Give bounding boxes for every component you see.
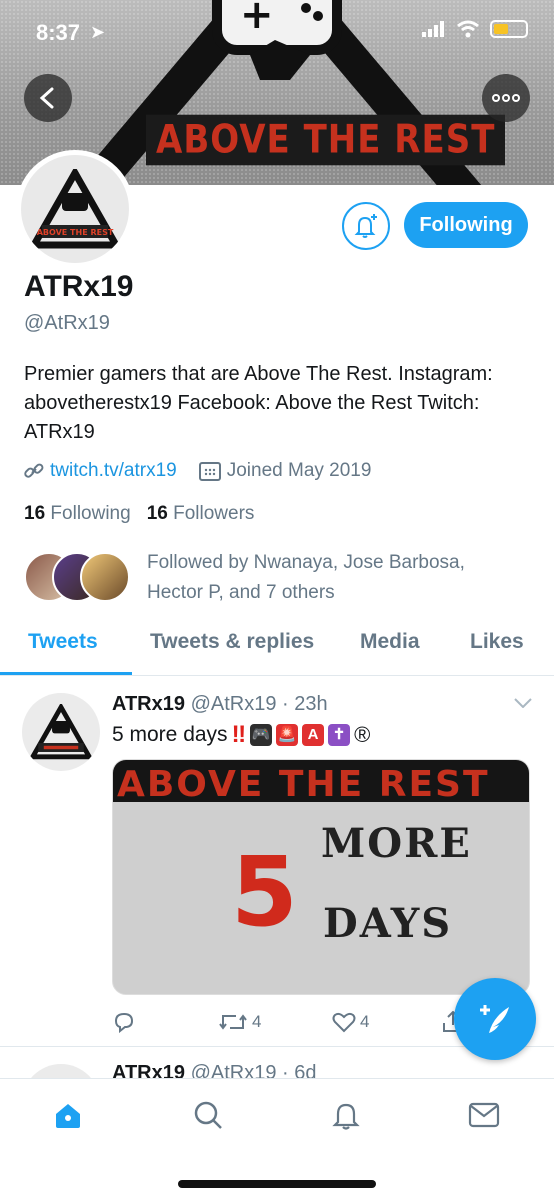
followers-count[interactable]: 16 Followers <box>147 503 255 525</box>
like-button[interactable]: 4 <box>332 1011 369 1033</box>
follow-counts: 16 Following 16 Followers <box>24 503 254 525</box>
game-controller-icon: 🎮 <box>250 724 273 746</box>
messages-tab[interactable] <box>468 1099 500 1131</box>
reply-icon <box>114 1012 134 1033</box>
avatar-logo-text: ABOVE THE REST <box>37 228 114 237</box>
followed-by-line2: Hector P, and 7 others <box>147 582 335 603</box>
more-options-button[interactable] <box>482 74 530 122</box>
chevron-left-icon <box>39 87 54 109</box>
media-line1: MORE <box>321 820 472 867</box>
status-icons <box>422 20 528 38</box>
active-tab-indicator <box>0 672 132 675</box>
retweet-count: 4 <box>252 1012 262 1031</box>
media-banner-text: ABOVE THE REST <box>113 760 529 802</box>
letter-a-icon: A <box>302 724 325 746</box>
home-icon <box>56 1104 80 1128</box>
tweet-avatar[interactable] <box>22 693 100 771</box>
mail-icon <box>468 1102 500 1128</box>
profile-meta: twitch.tv/atrx19 Joined May 2019 <box>24 460 371 482</box>
double-exclamation-icon: ‼ <box>231 721 247 748</box>
notifications-bell-button[interactable] <box>342 202 390 250</box>
following-number: 16 <box>24 503 46 524</box>
tweet-menu-caret[interactable] <box>514 695 532 713</box>
tweet-media-image[interactable]: ABOVE THE REST 5 MORE DAYS <box>112 759 530 995</box>
link-icon <box>24 463 44 478</box>
followed-by-text: Followed by Nwanaya, Jose Barbosa, Hecto… <box>147 548 465 608</box>
tab-media[interactable]: Media <box>360 630 420 654</box>
tweet-avatar[interactable] <box>22 1064 100 1078</box>
atr-logo-avatar: ABOVE THE REST <box>30 169 120 249</box>
reply-button[interactable] <box>112 1011 136 1033</box>
followed-by-row[interactable]: Followed by Nwanaya, Jose Barbosa, Hecto… <box>24 548 534 606</box>
profile-avatar[interactable]: ABOVE THE REST <box>16 150 134 268</box>
bell-plus-icon <box>354 214 377 238</box>
tweet-header: ATRx19 @AtRx19 · 23h <box>112 693 328 716</box>
tweet-author-handle: @AtRx19 <box>190 693 277 715</box>
back-button[interactable] <box>24 74 72 122</box>
following-count[interactable]: 16 Following <box>24 503 131 525</box>
banner-title: ABOVE THE REST <box>146 114 506 166</box>
profile-link[interactable]: twitch.tv/atrx19 <box>50 460 177 482</box>
profile-bio: Premier gamers that are Above The Rest. … <box>24 363 493 443</box>
tweet-author-name[interactable]: ATRx19 <box>112 693 185 715</box>
profile-tabs: Tweets Tweets & replies Media Likes <box>0 618 554 676</box>
location-icon: ➤ <box>90 22 106 42</box>
tweet-text: 5 more days <box>112 723 228 746</box>
heart-icon <box>332 1012 356 1033</box>
retweet-icon <box>219 1014 247 1030</box>
followed-by-line1: Followed by Nwanaya, Jose Barbosa, <box>147 552 465 573</box>
tweet-dot: · <box>276 1062 295 1078</box>
profile-name: ATRx19 <box>24 270 134 303</box>
following-button[interactable]: Following <box>404 202 528 248</box>
followers-label: Followers <box>173 503 255 524</box>
home-tab[interactable] <box>52 1099 84 1131</box>
tab-tweets-replies[interactable]: Tweets & replies <box>150 630 314 654</box>
chevron-down-icon <box>514 698 532 709</box>
atr-logo-avatar <box>30 704 92 760</box>
search-tab[interactable] <box>192 1099 224 1131</box>
notifications-tab[interactable] <box>330 1099 362 1131</box>
tweet-time: 23h <box>294 693 328 715</box>
tab-likes[interactable]: Likes <box>470 630 524 654</box>
search-icon <box>194 1101 222 1129</box>
like-count: 4 <box>360 1012 370 1031</box>
tab-tweets[interactable]: Tweets <box>28 630 98 654</box>
media-number: 5 <box>231 836 298 948</box>
compose-feather-icon <box>480 1005 509 1033</box>
media-line2: DAYS <box>323 900 453 947</box>
retweet-button[interactable]: 4 <box>218 1011 261 1033</box>
calendar-icon <box>198 462 221 481</box>
siren-icon: 🚨 <box>276 724 299 746</box>
tweet-author-handle: @AtRx19 <box>190 1062 277 1078</box>
tweet-time: 6d <box>294 1062 317 1078</box>
follower-avatar <box>80 552 130 602</box>
signal-icon <box>422 21 444 37</box>
status-time: 8:37 <box>36 20 81 45</box>
followers-number: 16 <box>146 503 168 524</box>
bell-icon <box>332 1103 360 1130</box>
more-icon <box>492 94 520 102</box>
compose-tweet-button[interactable] <box>454 978 536 1060</box>
registered-icon: ® <box>354 722 371 747</box>
home-indicator <box>178 1180 376 1188</box>
profile-handle: @AtRx19 <box>24 312 110 334</box>
cross-icon: ✝ <box>328 724 351 746</box>
tweet-author-name[interactable]: ATRx19 <box>112 1062 185 1078</box>
wifi-icon <box>457 20 479 38</box>
tweet-text-row: 5 more days ‼ 🎮 🚨 A ✝ ® <box>112 721 370 749</box>
battery-icon <box>490 20 528 38</box>
tweet-dot: · <box>276 693 295 715</box>
joined-date: Joined May 2019 <box>226 460 372 481</box>
status-bar: 8:37 ➤ <box>0 0 554 56</box>
following-label: Following <box>50 503 131 524</box>
tweet-header: ATRx19 @AtRx19 · 6d <box>112 1062 316 1078</box>
